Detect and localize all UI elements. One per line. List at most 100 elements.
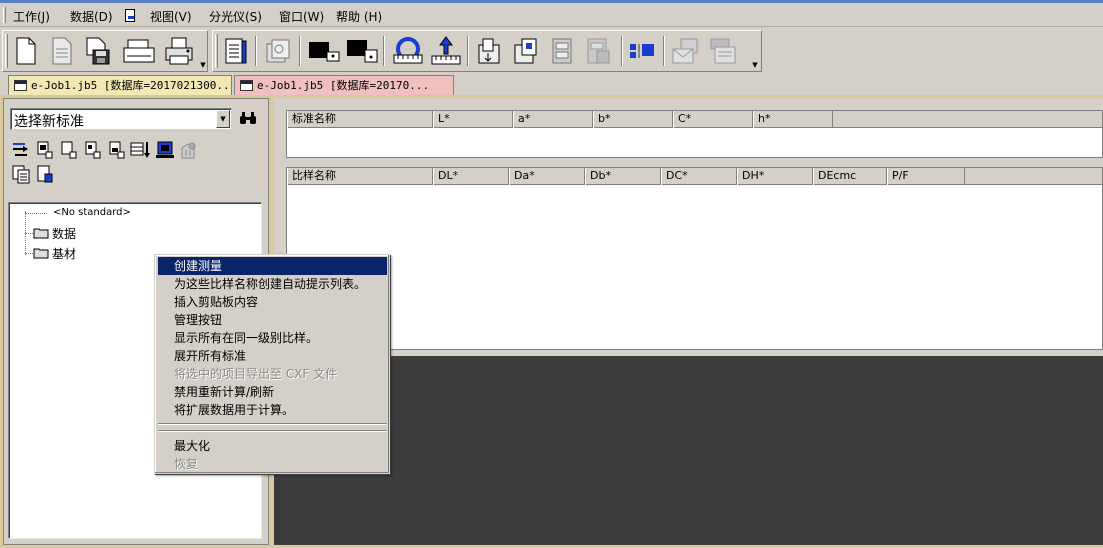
mail-disabled-icon[interactable]	[671, 35, 701, 67]
menu-item-create-measurement[interactable]: 创建测量	[158, 257, 387, 275]
menu-item-use-extended-data[interactable]: 将扩展数据用于计算。	[158, 401, 387, 419]
toolbar-group-file: ▼	[2, 30, 208, 72]
measure-icon[interactable]	[429, 35, 463, 67]
chevron-down-icon[interactable]: ▼	[216, 110, 230, 128]
column-header[interactable]: P/F	[887, 168, 965, 185]
menu-item-maximize[interactable]: 最大化	[158, 437, 387, 455]
document-tabs: e-Job1.jb5 [数据库=2017021300... e-Job1.jb5…	[0, 75, 1103, 95]
tree-item-substrate[interactable]: 基材	[52, 245, 76, 262]
add-standard-icon[interactable]	[34, 139, 56, 161]
export-icon[interactable]	[475, 35, 505, 67]
tab-label: e-Job1.jb5 [数据库=20170...	[257, 79, 430, 92]
column-header[interactable]: DEcmc	[813, 168, 887, 185]
color-tiles-icon[interactable]	[627, 35, 657, 67]
calibrate-icon[interactable]	[391, 35, 425, 67]
tree-line	[25, 213, 47, 214]
black-standard-icon[interactable]	[307, 35, 341, 67]
standard-grid-header: 标准名称 L* a* b* C* h*	[287, 111, 1102, 128]
toolbar-group-main: ▼	[212, 30, 762, 72]
add-sample-icon[interactable]	[58, 139, 80, 161]
copy-data-icon[interactable]	[10, 163, 32, 185]
menu-spectrophotometer[interactable]: 分光仪(S)	[209, 8, 262, 25]
printer-icon[interactable]	[161, 35, 197, 67]
menu-item-manage-buttons[interactable]: 管理按钮	[158, 311, 387, 329]
tree-line	[25, 253, 33, 254]
menu-window[interactable]: 窗口(W)	[279, 8, 324, 25]
column-header[interactable]: DL*	[433, 168, 509, 185]
cabinet-icon[interactable]	[547, 35, 577, 67]
column-header[interactable]: DH*	[737, 168, 813, 185]
column-header[interactable]: 标准名称	[287, 111, 433, 128]
toolbar-overflow-icon[interactable]: ▼	[199, 61, 207, 69]
sort-down-icon[interactable]	[130, 139, 152, 161]
column-header[interactable]: L*	[433, 111, 513, 128]
toolbar-separator	[663, 36, 665, 66]
list-disabled-icon[interactable]	[709, 35, 739, 67]
scanner-icon[interactable]	[121, 35, 157, 67]
context-menu: 创建测量 为这些比样名称创建自动提示列表。 插入剪贴板内容 管理按钮 显示所有在…	[154, 254, 390, 474]
cabinet-disabled-icon[interactable]	[583, 35, 613, 67]
tree-item-no-standard[interactable]: <No standard>	[53, 207, 131, 218]
grids-panel: 标准名称 L* a* b* C* h* 比样名称 DL* Da* Db* DC*…	[274, 98, 1103, 356]
menu-item-create-autosuggest-list[interactable]: 为这些比样名称创建自动提示列表。	[158, 275, 387, 293]
toolbar-overflow-icon[interactable]: ▼	[751, 61, 759, 69]
black-sample-icon[interactable]	[345, 35, 379, 67]
toolbar-separator	[383, 36, 385, 66]
menu-separator	[158, 423, 387, 425]
menu-item-insert-clipboard[interactable]: 插入剪贴板内容	[158, 293, 387, 311]
menu-work[interactable]: 工作(J)	[13, 8, 50, 25]
menu-help[interactable]: 帮助 (H)	[336, 8, 382, 25]
toolbar-grip[interactable]	[215, 34, 218, 68]
column-header[interactable]: h*	[753, 111, 833, 128]
column-header[interactable]: a*	[513, 111, 593, 128]
standard-select[interactable]: 选择新标准 ▼	[10, 108, 232, 130]
standard-select-value: 选择新标准	[14, 114, 84, 130]
copy-sample-icon[interactable]	[106, 139, 128, 161]
column-header[interactable]: C*	[673, 111, 753, 128]
tree-item-data[interactable]: 数据	[52, 225, 76, 242]
new-document-icon[interactable]	[11, 35, 41, 67]
folder-icon	[33, 248, 49, 259]
save-icon[interactable]	[83, 35, 113, 67]
instrument-disabled-icon[interactable]	[178, 139, 200, 161]
menu-item-restore: 恢复	[174, 457, 199, 471]
column-header[interactable]: Da*	[509, 168, 585, 185]
report-icon[interactable]	[221, 35, 251, 67]
move-to-standard-icon[interactable]	[10, 139, 32, 161]
open-document-icon[interactable]	[47, 35, 77, 67]
tab-job-2[interactable]: e-Job1.jb5 [数据库=20170...	[234, 75, 454, 95]
workspace: 标准名称 L* a* b* C* h* 比样名称 DL* Da* Db* DC*…	[274, 98, 1103, 545]
menu-item-show-same-level-samples[interactable]: 显示所有在同一级别比样。	[158, 329, 387, 347]
toolbar-separator	[467, 36, 469, 66]
tab-label: e-Job1.jb5 [数据库=2017021300...	[31, 79, 232, 92]
toolbar-separator	[621, 36, 623, 66]
column-header[interactable]: DC*	[661, 168, 737, 185]
import-icon[interactable]	[511, 35, 541, 67]
tolerance-icon[interactable]	[154, 139, 176, 161]
document-icon[interactable]	[125, 9, 135, 22]
toolbar: ▼ ▼	[0, 28, 1103, 74]
sample-grid-header: 比样名称 DL* Da* Db* DC* DH* DEcmc P/F	[287, 168, 1102, 185]
menu-view[interactable]: 视图(V)	[150, 8, 192, 25]
menu-item-disable-recalculate[interactable]: 禁用重新计算/刷新	[158, 383, 387, 401]
menu-data[interactable]: 数据(D)	[70, 8, 113, 25]
toolbar-grip[interactable]	[5, 34, 8, 68]
column-header[interactable]: b*	[593, 111, 673, 128]
copy-standard-icon[interactable]	[82, 139, 104, 161]
menubar-grip[interactable]	[3, 7, 6, 23]
tree-line	[25, 233, 33, 234]
menu-separator	[158, 430, 387, 432]
column-header[interactable]: Db*	[585, 168, 661, 185]
folder-icon	[33, 228, 49, 239]
column-header[interactable]: 比样名称	[287, 168, 433, 185]
paste-data-icon[interactable]	[34, 163, 56, 185]
window-icon	[240, 80, 253, 91]
window-icon	[14, 80, 27, 91]
tab-job-1[interactable]: e-Job1.jb5 [数据库=2017021300...	[8, 75, 232, 95]
menu-item-expand-all-standards[interactable]: 展开所有标准	[158, 347, 387, 365]
menu-item-export-cxf: 将选中的项目导出至 CXF 文件	[174, 367, 338, 381]
sample-grid[interactable]: 比样名称 DL* Da* Db* DC* DH* DEcmc P/F	[286, 167, 1103, 350]
preview-icon[interactable]	[263, 35, 293, 67]
standard-grid[interactable]: 标准名称 L* a* b* C* h*	[286, 110, 1103, 158]
binoculars-icon[interactable]	[239, 111, 257, 128]
